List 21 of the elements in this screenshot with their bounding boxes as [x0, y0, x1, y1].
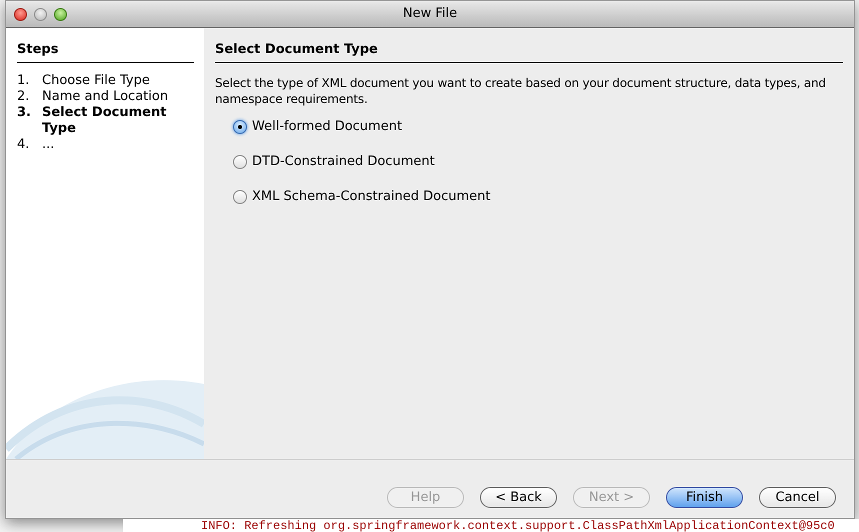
step-item: 3. Select Document Type: [17, 104, 168, 136]
radio-option[interactable]: DTD-Constrained Document: [233, 152, 843, 172]
steps-title: Steps: [17, 40, 194, 62]
radio-option[interactable]: XML Schema-Constrained Document: [233, 186, 843, 206]
dialog-button[interactable]: Cancel: [759, 486, 836, 508]
step-item: 1. Choose File Type: [17, 72, 151, 88]
console-text: INFO: Refreshing org.springframework.context.support.ClassPathXmlApplicationContext@95c0: [201, 520, 835, 532]
radio-button[interactable]: [233, 190, 247, 204]
step-item: 4. ...: [17, 136, 56, 152]
zoom-icon[interactable]: [54, 8, 67, 20]
radio-option[interactable]: Well-formed Document: [233, 116, 843, 136]
dialog-button[interactable]: Finish: [666, 486, 743, 508]
radio-button[interactable]: [233, 154, 247, 168]
description-text: Select the type of XML document you want to create based on your document structure, data types, and namespace requirements.: [215, 74, 827, 106]
close-icon[interactable]: [14, 8, 27, 20]
dialog-button[interactable]: < Back: [480, 486, 557, 508]
step-item: 2. Name and Location: [17, 88, 170, 104]
section-title: Select Document Type: [215, 40, 843, 62]
radio-button[interactable]: [233, 120, 247, 134]
window-title: New File: [402, 5, 458, 24]
minimize-icon[interactable]: [34, 8, 47, 20]
